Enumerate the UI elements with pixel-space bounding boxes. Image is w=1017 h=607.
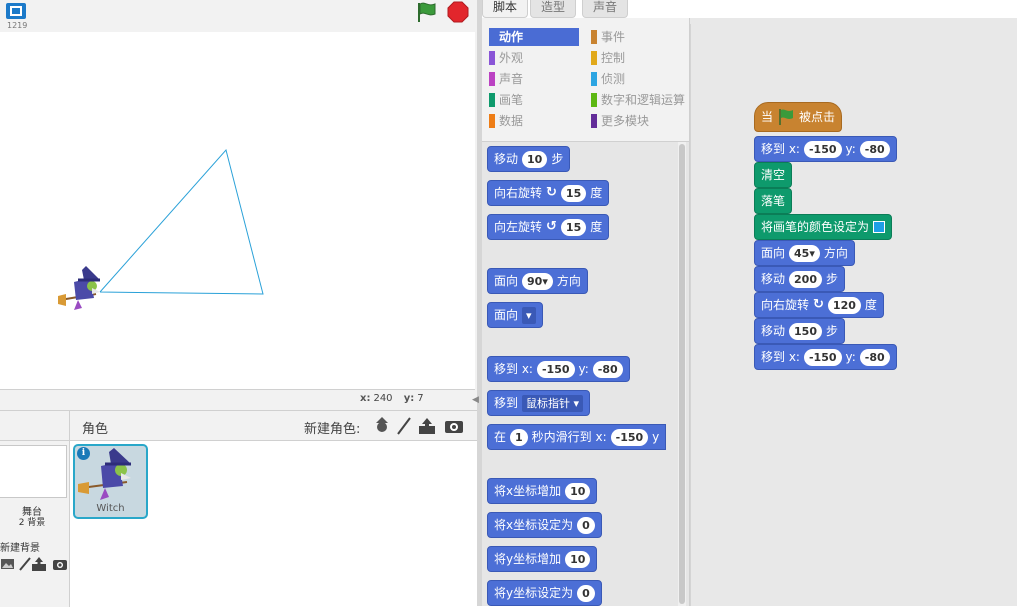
stop-icon[interactable] xyxy=(447,1,469,23)
new-backdrop-label: 新建背景 xyxy=(0,543,40,554)
paint-backdrop-icon[interactable] xyxy=(0,556,16,572)
sprite-library-icon[interactable] xyxy=(372,416,392,436)
block-change-y[interactable]: 将y坐标增加 10 xyxy=(487,546,598,572)
tab-scripts[interactable]: 脚本 xyxy=(482,0,529,18)
sprite-panel: 舞台 2 背景 新建背景 角色 新建角色: i Witch xyxy=(0,410,477,607)
stage-toolbar: 1219 xyxy=(0,0,477,32)
tab-costumes[interactable]: 造型 xyxy=(530,0,577,18)
stage-column: 舞台 2 背景 新建背景 xyxy=(0,411,70,607)
category-sensing[interactable]: 侦测 xyxy=(591,70,689,88)
upload-sprite-icon[interactable] xyxy=(417,416,437,436)
sprite-name: Witch xyxy=(96,503,125,514)
block-go-to-xy[interactable]: 移到 x: -150 y: -80 xyxy=(754,344,897,370)
category-events[interactable]: 事件 xyxy=(591,28,689,46)
stage-canvas[interactable] xyxy=(0,32,475,390)
block-pen-down[interactable]: 落笔 xyxy=(754,188,793,214)
block-glide[interactable]: 在 1 秒内滑行到 x: -150 y xyxy=(487,424,667,450)
tab-sounds[interactable]: 声音 xyxy=(582,0,629,18)
block-go-to-xy[interactable]: 移到 x: -150 y: -80 xyxy=(487,356,630,382)
rotate-right-icon: ↻ xyxy=(546,185,557,200)
block-set-x[interactable]: 将x坐标设定为 0 xyxy=(487,512,602,538)
camera-sprite-icon[interactable] xyxy=(444,416,464,436)
block-when-flag-clicked[interactable]: 当 被点击 xyxy=(754,102,843,132)
rotate-right-icon: ↻ xyxy=(813,297,824,312)
block-palette: 动作 外观 声音 画笔 数据 事件 控制 侦测 数字和逻辑运算 更多模块 移动 1… xyxy=(482,18,690,606)
version-label: 1219 xyxy=(7,21,28,30)
green-flag-icon xyxy=(777,108,795,126)
witch-sprite[interactable] xyxy=(56,266,116,314)
fullscreen-icon[interactable] xyxy=(4,1,28,21)
block-move-steps[interactable]: 移动 150 步 xyxy=(754,318,845,344)
block-turn-right[interactable]: 向右旋转 ↻ 15 度 xyxy=(487,180,610,206)
block-set-pen-color[interactable]: 将画笔的颜色设定为 xyxy=(754,214,893,240)
block-go-to-target[interactable]: 移到 鼠标指针 ▾ xyxy=(487,390,591,416)
sprite-header: 角色 新建角色: xyxy=(70,411,477,441)
block-clear[interactable]: 清空 xyxy=(754,162,793,188)
category-motion[interactable]: 动作 xyxy=(489,28,579,46)
collapse-arrow-icon[interactable]: ◀ xyxy=(472,395,482,407)
stage-panel: 1219 x: 240 y: 7 舞台 2 背景 新建背景 角色 新建角色: i… xyxy=(0,0,477,607)
stage-column-header xyxy=(0,411,70,441)
stage-backdrop-count: 2 背景 xyxy=(18,518,46,528)
sprite-tile-witch[interactable]: i Witch xyxy=(73,444,148,519)
color-swatch[interactable] xyxy=(873,221,886,233)
new-sprite-label: 新建角色: xyxy=(304,422,361,437)
green-flag-icon[interactable] xyxy=(415,1,439,23)
camera-icon[interactable] xyxy=(52,556,68,572)
block-change-x[interactable]: 将x坐标增加 10 xyxy=(487,478,598,504)
block-turn-left[interactable]: 向左旋转 ↺ 15 度 xyxy=(487,214,610,240)
category-looks[interactable]: 外观 xyxy=(489,49,579,67)
paint-brush-icon[interactable] xyxy=(394,416,414,436)
block-point-in-direction[interactable]: 面向 45▾ 方向 xyxy=(754,240,855,266)
block-go-to-xy[interactable]: 移到 x: -150 y: -80 xyxy=(754,136,897,162)
block-set-y[interactable]: 将y坐标设定为 0 xyxy=(487,580,602,606)
category-pen[interactable]: 画笔 xyxy=(489,91,579,109)
block-turn-right[interactable]: 向右旋转 ↻ 120 度 xyxy=(754,292,884,318)
palette-scrollbar[interactable] xyxy=(678,142,686,606)
category-operators[interactable]: 数字和逻辑运算 xyxy=(591,91,689,109)
category-control[interactable]: 控制 xyxy=(591,49,689,67)
block-move-steps[interactable]: 移动 10 步 xyxy=(487,146,571,172)
rotate-left-icon: ↺ xyxy=(546,219,557,234)
editor-tabs: 脚本 造型 声音 xyxy=(482,0,1017,18)
palette-scrollbar-thumb[interactable] xyxy=(679,144,685,604)
category-list: 动作 外观 声音 画笔 数据 事件 控制 侦测 数字和逻辑运算 更多模块 xyxy=(482,18,689,142)
category-more-blocks[interactable]: 更多模块 xyxy=(591,112,689,130)
category-sound[interactable]: 声音 xyxy=(489,70,579,88)
scripts-canvas[interactable]: 当 被点击 移到 x: -150 y: -80 清空 落笔 将画笔的颜色设定为 面向 4… xyxy=(690,24,1017,606)
mouse-coordinates: x: 240 y: 7 xyxy=(360,393,424,404)
block-point-towards[interactable]: 面向 ▾ xyxy=(487,302,543,328)
stage-thumbnail[interactable] xyxy=(0,445,67,498)
block-move-steps[interactable]: 移动 200 步 xyxy=(754,266,845,292)
block-point-in-direction[interactable]: 面向 90▾ 方向 xyxy=(487,268,588,294)
category-data[interactable]: 数据 xyxy=(489,112,579,130)
upload-icon[interactable] xyxy=(31,556,47,572)
scripts-area[interactable]: 当 被点击 移到 x: -150 y: -80 清空 落笔 将画笔的颜色设定为 面向 4… xyxy=(690,18,1017,606)
sprite-panel-title: 角色 xyxy=(82,422,109,437)
